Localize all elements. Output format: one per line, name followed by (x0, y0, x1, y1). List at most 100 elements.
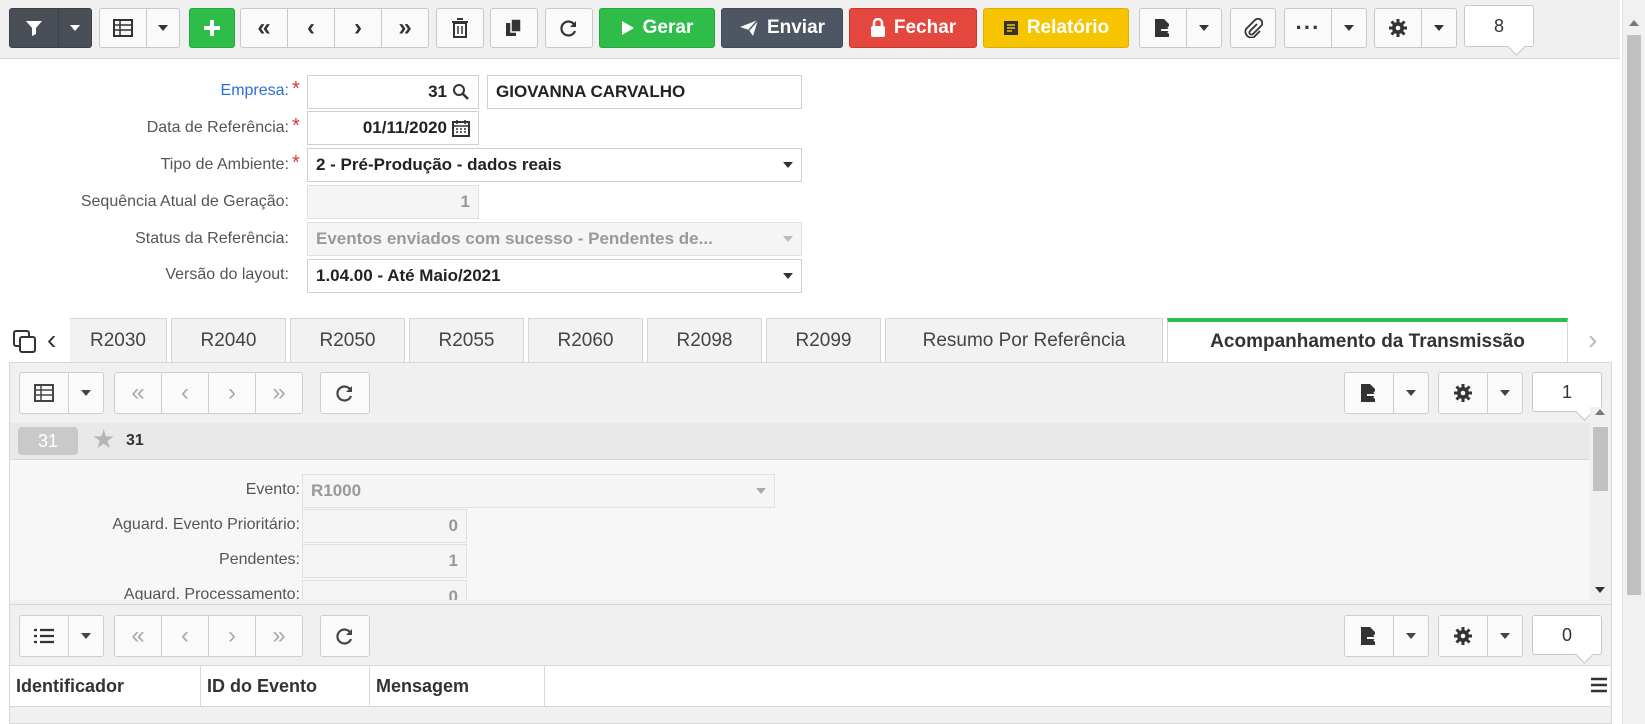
search-icon[interactable] (452, 83, 470, 101)
table-icon (34, 384, 54, 402)
column-header-id-evento[interactable]: ID do Evento (201, 666, 370, 706)
gear-icon (1389, 19, 1407, 37)
next-record-button[interactable]: › (334, 8, 382, 48)
chevron-down-icon (81, 390, 91, 396)
empresa-label[interactable]: Empresa: (221, 82, 289, 100)
list-view-button[interactable] (19, 615, 69, 657)
filter-button[interactable] (9, 8, 59, 48)
last-record-button[interactable]: » (381, 8, 429, 48)
grid-view-dropdown-button[interactable] (146, 8, 180, 48)
list-view-dropdown-button[interactable] (68, 615, 104, 657)
scroll-down-icon[interactable] (1595, 587, 1605, 593)
empresa-name-field[interactable]: GIOVANNA CARVALHO (487, 75, 802, 109)
chevron-down-icon (81, 633, 91, 639)
grid-export-button[interactable] (1344, 615, 1394, 657)
send-icon (739, 19, 759, 36)
sub-last-button[interactable]: » (255, 372, 303, 414)
filter-dropdown-button[interactable] (58, 8, 92, 48)
tipo-ambiente-select[interactable]: 2 - Pré-Produção - dados reais (307, 148, 802, 182)
duplicate-button[interactable] (490, 8, 538, 48)
chevron-down-icon (1406, 633, 1416, 639)
tab-resumo-referencia[interactable]: Resumo Por Referência (885, 318, 1163, 362)
scroll-thumb[interactable] (1593, 427, 1608, 491)
tab-r2040[interactable]: R2040 (171, 318, 286, 362)
gerar-label: Gerar (642, 17, 694, 38)
tab-r2030[interactable]: R2030 (70, 318, 167, 362)
tab-acompanhamento-transmissao[interactable]: Acompanhamento da Transmissão (1167, 318, 1568, 362)
settings-dropdown-button[interactable] (1421, 8, 1457, 48)
sub-settings-dropdown-button[interactable] (1487, 372, 1523, 414)
tab-r2050[interactable]: R2050 (290, 318, 405, 362)
sub-grid-view-dropdown-button[interactable] (68, 372, 104, 414)
tab-r2098[interactable]: R2098 (647, 318, 762, 362)
chevron-down-icon (158, 25, 168, 31)
refresh-icon (336, 628, 353, 645)
delete-button[interactable] (436, 8, 484, 48)
sub-previous-button[interactable]: ‹ (161, 372, 209, 414)
data-referencia-field[interactable]: 01/11/2020 (307, 111, 479, 145)
sub-grid-view-button[interactable] (19, 372, 69, 414)
tab-r2055[interactable]: R2055 (409, 318, 524, 362)
grid-settings-button[interactable] (1438, 615, 1488, 657)
grid-settings-dropdown-button[interactable] (1487, 615, 1523, 657)
more-dropdown-button[interactable] (1331, 8, 1367, 48)
export-button[interactable] (1139, 8, 1187, 48)
chevron-down-icon (70, 25, 80, 31)
tabs-scroll-left-icon[interactable]: ‹ (47, 324, 56, 356)
grid-next-button[interactable]: › (208, 615, 256, 657)
required-marker: * (292, 115, 300, 137)
attach-button[interactable] (1230, 8, 1276, 48)
sub-next-button[interactable]: › (208, 372, 256, 414)
aguard-prioritario-field: 0 (302, 509, 467, 543)
grid-view-button[interactable] (99, 8, 147, 48)
export-dropdown-button[interactable] (1186, 8, 1222, 48)
sub-refresh-button[interactable] (320, 372, 370, 414)
page-scrollbar[interactable] (1622, 0, 1645, 724)
record-scrollbar[interactable] (1590, 407, 1610, 599)
sub-export-dropdown-button[interactable] (1393, 372, 1429, 414)
fechar-button[interactable]: Fechar (849, 8, 977, 48)
chevron-down-icon (1199, 25, 1209, 31)
calendar-icon[interactable] (452, 119, 470, 137)
column-header-mensagem[interactable]: Mensagem (370, 666, 545, 706)
enviar-button[interactable]: Enviar (721, 8, 843, 48)
first-record-button[interactable]: « (240, 8, 288, 48)
sub-settings-button[interactable] (1438, 372, 1488, 414)
scroll-up-icon[interactable] (1629, 20, 1639, 26)
refresh-button[interactable] (545, 8, 593, 48)
versao-layout-select[interactable]: 1.04.00 - Até Maio/2021 (307, 259, 802, 293)
add-button[interactable] (189, 8, 235, 48)
sub-export-button[interactable] (1344, 372, 1394, 414)
previous-record-button[interactable]: ‹ (287, 8, 335, 48)
chevron-down-icon (756, 488, 766, 494)
copy-icon[interactable] (13, 330, 37, 354)
scroll-thumb[interactable] (1627, 35, 1641, 595)
column-header-identificador[interactable]: Identificador (10, 666, 201, 706)
sub-first-button[interactable]: « (114, 372, 162, 414)
empresa-code-field[interactable]: 31 (307, 75, 479, 109)
column-menu-icon[interactable] (1590, 676, 1610, 696)
refresh-icon (336, 385, 353, 402)
grid-export-dropdown-button[interactable] (1393, 615, 1429, 657)
list-icon (34, 628, 54, 644)
tab-r2099[interactable]: R2099 (766, 318, 881, 362)
chevron-down-icon (783, 162, 793, 168)
tabs-scroll-right-icon[interactable]: › (1588, 324, 1597, 356)
gerar-button[interactable]: Gerar (599, 8, 715, 48)
grid-refresh-button[interactable] (320, 615, 370, 657)
sequencia-field: 1 (307, 185, 479, 219)
more-button[interactable]: ··· (1284, 8, 1332, 48)
evento-select: R1000 (302, 474, 775, 508)
grid-last-button[interactable]: » (255, 615, 303, 657)
grid-previous-button[interactable]: ‹ (161, 615, 209, 657)
star-icon[interactable]: ★ (92, 424, 115, 455)
relatorio-button[interactable]: Relatório (983, 8, 1129, 48)
scroll-up-icon[interactable] (1595, 409, 1605, 415)
grid-first-button[interactable]: « (114, 615, 162, 657)
acompanhamento-panel: « ‹ › » 1 31 ★ 31 Evento: R1000 Aguard. … (9, 362, 1612, 724)
settings-button[interactable] (1374, 8, 1422, 48)
tab-r2060[interactable]: R2060 (528, 318, 643, 362)
grid-toolbar: « ‹ › » 0 (10, 604, 1611, 665)
pendentes-field: 1 (302, 544, 467, 578)
data-referencia-label: Data de Referência: (146, 119, 289, 136)
